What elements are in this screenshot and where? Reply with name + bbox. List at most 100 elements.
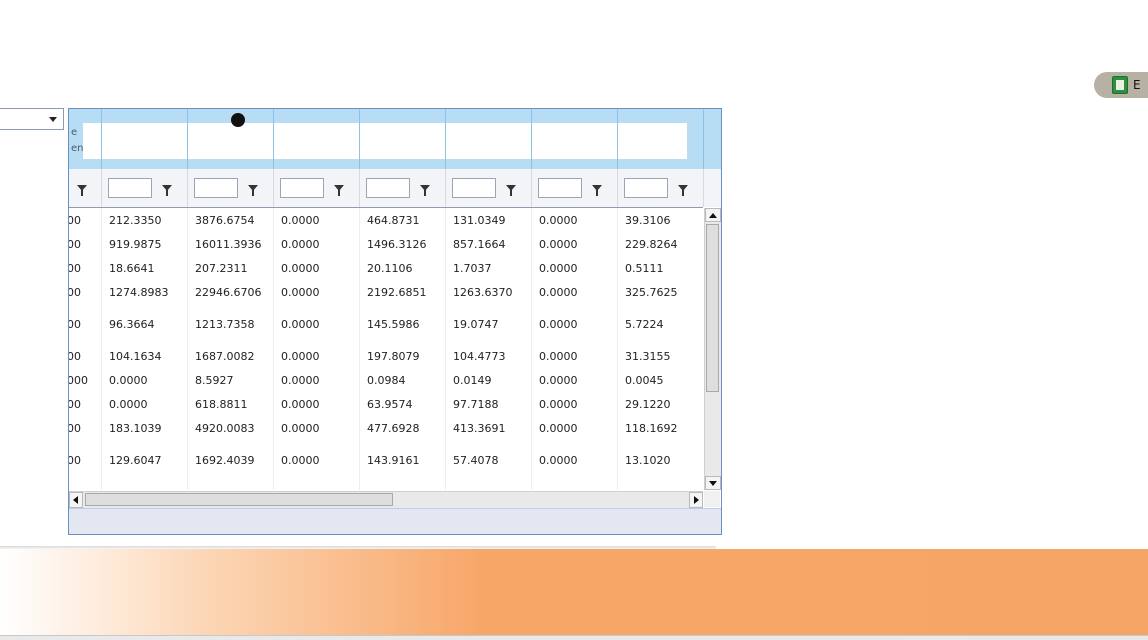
scroll-up-button[interactable] bbox=[705, 208, 721, 222]
header-divider bbox=[617, 109, 618, 169]
table-cell: 1496.3126 bbox=[367, 238, 427, 251]
table-cell: 000 bbox=[69, 374, 88, 387]
filter-icon[interactable] bbox=[162, 185, 172, 196]
vertical-scrollbar[interactable] bbox=[704, 208, 721, 490]
filter-input[interactable] bbox=[194, 178, 238, 198]
grid-header: e en bbox=[69, 109, 703, 170]
table-cell: 0.5111 bbox=[625, 262, 664, 275]
filter-icon[interactable] bbox=[248, 185, 258, 196]
table-cell: 0.0000 bbox=[281, 214, 320, 227]
table-cell: 00 bbox=[69, 214, 81, 227]
table-cell: 129.6047 bbox=[109, 454, 162, 467]
column-divider bbox=[273, 208, 274, 490]
filter-input[interactable] bbox=[538, 178, 582, 198]
table-cell: 3876.6754 bbox=[195, 214, 255, 227]
table-cell: 0.0000 bbox=[539, 286, 578, 299]
table-cell: 0.0000 bbox=[281, 286, 320, 299]
table-cell: 145.5986 bbox=[367, 318, 420, 331]
bottom-strip bbox=[0, 635, 1148, 640]
table-cell: 1692.4039 bbox=[195, 454, 255, 467]
filter-input[interactable] bbox=[108, 178, 152, 198]
filter-input[interactable] bbox=[624, 178, 668, 198]
table-cell: 1213.7358 bbox=[195, 318, 255, 331]
filter-icon[interactable] bbox=[334, 185, 344, 196]
table-cell: 104.1634 bbox=[109, 350, 162, 363]
table-cell: 00 bbox=[69, 262, 81, 275]
filter-icon[interactable] bbox=[592, 185, 602, 196]
scrollbar-corner bbox=[704, 491, 720, 507]
filter-icon[interactable] bbox=[420, 185, 430, 196]
table-cell: 857.1664 bbox=[453, 238, 506, 251]
filter-cell bbox=[366, 177, 430, 199]
header-divider bbox=[101, 109, 102, 169]
header-hint: e bbox=[71, 127, 78, 138]
table-cell: 39.3106 bbox=[625, 214, 671, 227]
table-cell: 0.0984 bbox=[367, 374, 406, 387]
column-divider bbox=[445, 208, 446, 490]
table-cell: 00 bbox=[69, 422, 81, 435]
table-cell: 131.0349 bbox=[453, 214, 506, 227]
table-cell: 325.7625 bbox=[625, 286, 678, 299]
table-cell: 183.1039 bbox=[109, 422, 162, 435]
export-excel-button[interactable]: E bbox=[1094, 72, 1148, 98]
export-label: E bbox=[1133, 78, 1141, 92]
loading-overlay bbox=[83, 123, 687, 159]
table-cell: 31.3155 bbox=[625, 350, 671, 363]
column-divider bbox=[359, 208, 360, 490]
table-cell: 57.4078 bbox=[453, 454, 499, 467]
scroll-right-button[interactable] bbox=[689, 492, 703, 508]
table-cell: 0.0149 bbox=[453, 374, 492, 387]
table-cell: 0.0000 bbox=[109, 398, 148, 411]
filter-cell bbox=[69, 177, 87, 199]
table-cell: 1687.0082 bbox=[195, 350, 255, 363]
header-divider bbox=[273, 109, 274, 169]
filter-input[interactable] bbox=[280, 178, 324, 198]
table-cell: 0.0000 bbox=[539, 318, 578, 331]
table-cell: 0.0000 bbox=[539, 214, 578, 227]
table-cell: 0.0000 bbox=[539, 238, 578, 251]
column-divider bbox=[187, 208, 188, 490]
filter-divider bbox=[445, 169, 446, 207]
table-cell: 0.0000 bbox=[281, 454, 320, 467]
filter-divider bbox=[187, 169, 188, 207]
table-cell: 1263.6370 bbox=[453, 286, 513, 299]
filter-row-spacer bbox=[703, 169, 721, 207]
filter-icon[interactable] bbox=[77, 185, 87, 196]
arrow-down-icon bbox=[709, 481, 717, 486]
filter-cell bbox=[194, 177, 258, 199]
table-cell: 143.9161 bbox=[367, 454, 420, 467]
filter-row bbox=[69, 169, 703, 208]
table-cell: 464.8731 bbox=[367, 214, 420, 227]
filter-divider bbox=[101, 169, 102, 207]
table-cell: 0.0000 bbox=[281, 238, 320, 251]
horizontal-scrollbar[interactable] bbox=[69, 491, 703, 508]
horizontal-scroll-thumb[interactable] bbox=[85, 493, 393, 506]
table-cell: 1274.8983 bbox=[109, 286, 169, 299]
table-cell: 96.3664 bbox=[109, 318, 155, 331]
filter-divider bbox=[531, 169, 532, 207]
filter-dropdown[interactable] bbox=[0, 108, 64, 130]
filter-divider bbox=[617, 169, 618, 207]
table-cell: 0.0000 bbox=[109, 374, 148, 387]
chevron-down-icon[interactable] bbox=[49, 117, 57, 122]
scroll-down-button[interactable] bbox=[705, 476, 721, 490]
filter-divider bbox=[273, 169, 274, 207]
table-cell: 413.3691 bbox=[453, 422, 506, 435]
column-divider bbox=[101, 208, 102, 490]
table-cell: 29.1220 bbox=[625, 398, 671, 411]
filter-input[interactable] bbox=[452, 178, 496, 198]
filter-icon[interactable] bbox=[678, 185, 688, 196]
filter-input[interactable] bbox=[366, 178, 410, 198]
arrow-right-icon bbox=[694, 496, 699, 504]
vertical-scroll-thumb[interactable] bbox=[706, 224, 719, 392]
table-cell: 0.0000 bbox=[281, 318, 320, 331]
scroll-left-button[interactable] bbox=[69, 492, 83, 508]
table-cell: 0.0000 bbox=[539, 262, 578, 275]
table-cell: 00 bbox=[69, 238, 81, 251]
table-cell: 22946.6706 bbox=[195, 286, 262, 299]
filter-cell bbox=[108, 177, 172, 199]
filter-icon[interactable] bbox=[506, 185, 516, 196]
table-cell: 212.3350 bbox=[109, 214, 162, 227]
table-cell: 0.0000 bbox=[281, 398, 320, 411]
header-divider bbox=[531, 109, 532, 169]
